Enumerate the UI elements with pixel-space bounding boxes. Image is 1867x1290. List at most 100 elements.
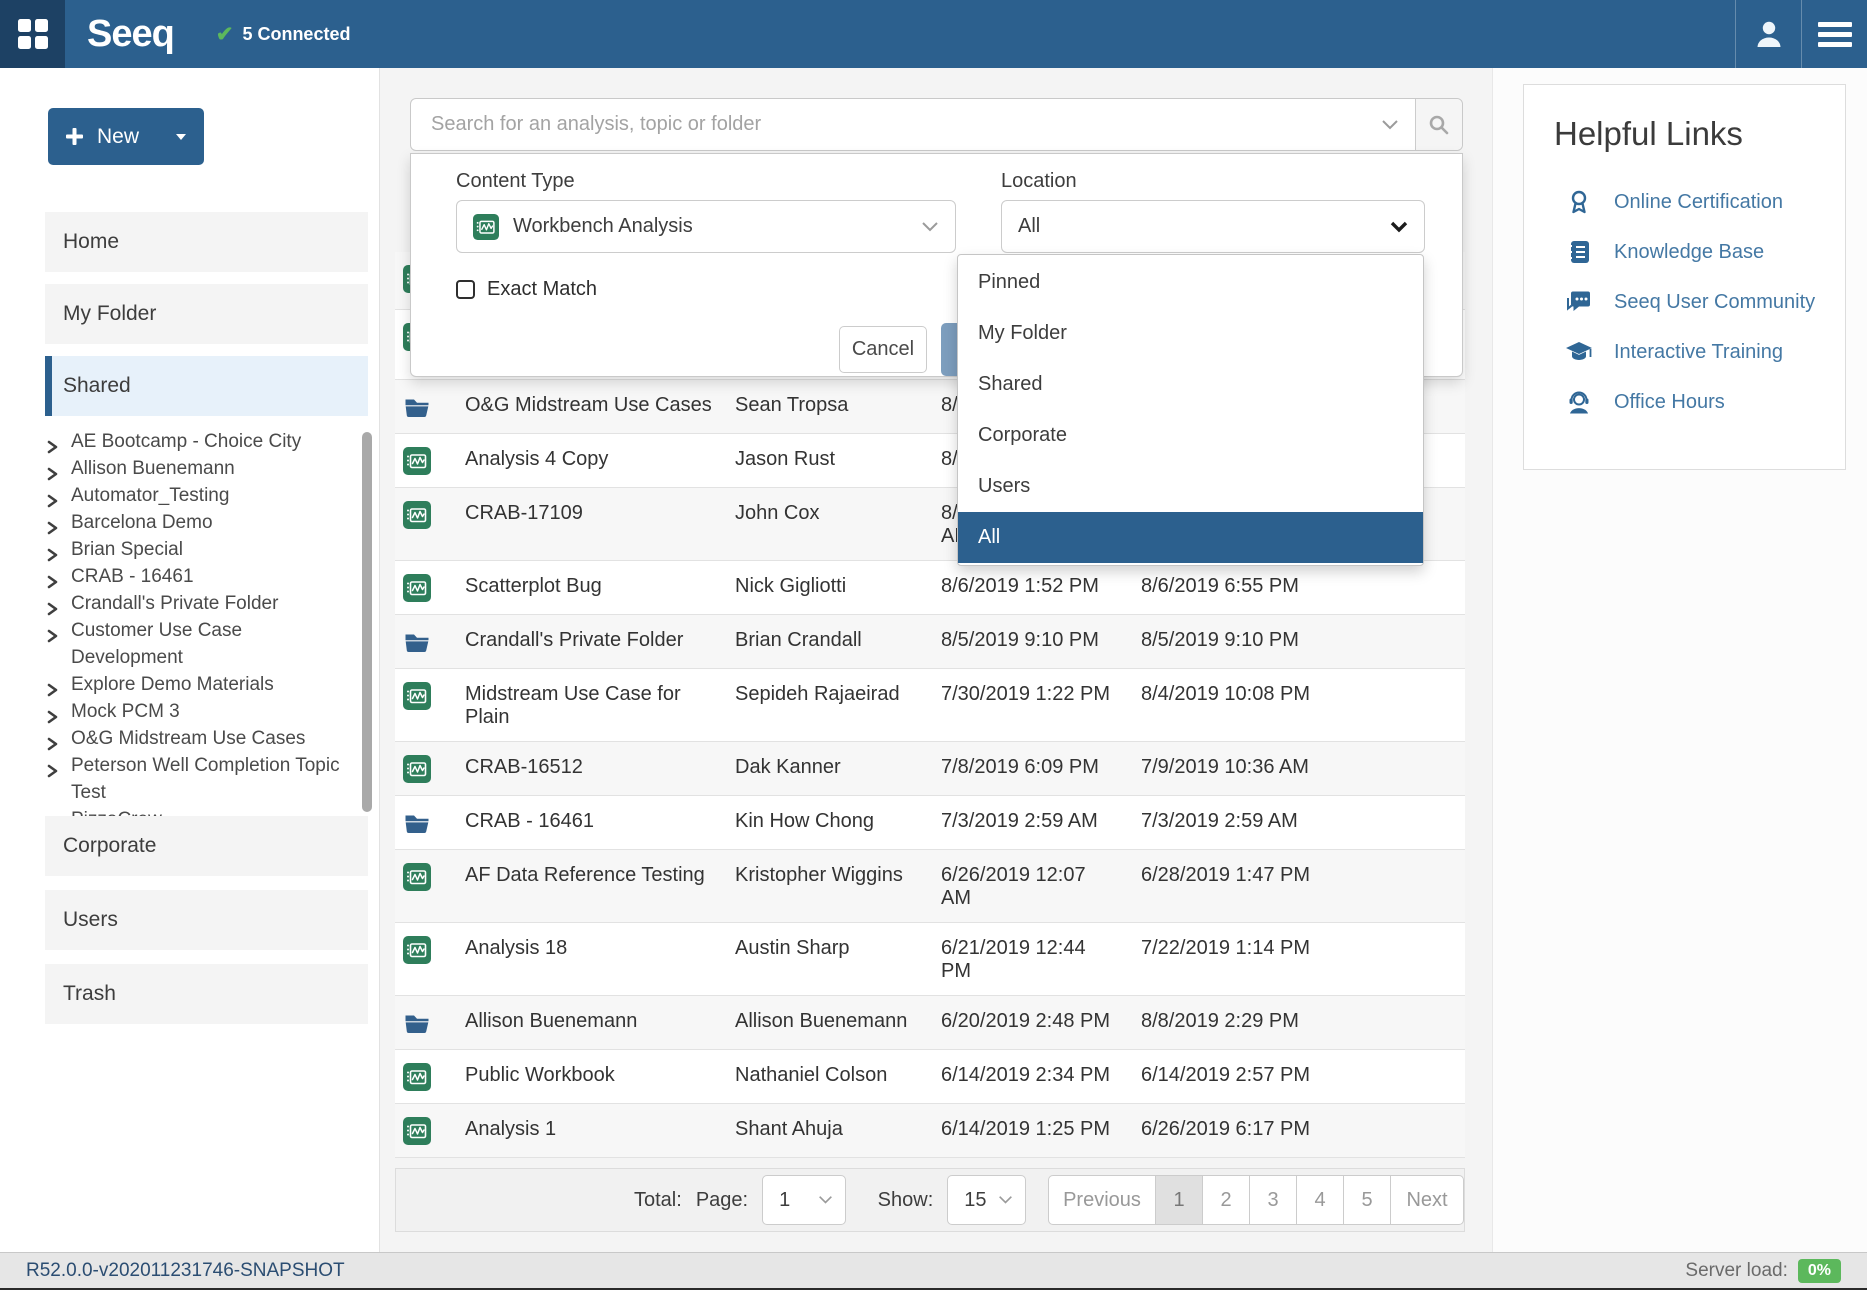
- tree-item-label: O&G Midstream Use Cases: [71, 728, 305, 749]
- tree-item[interactable]: Crandall's Private Folder: [45, 590, 357, 617]
- row-accessed-date: 8/8/2019 2:29 PM: [1135, 996, 1465, 1049]
- tree-item[interactable]: O&G Midstream Use Cases: [45, 725, 357, 752]
- row-owner: Kin How Chong: [735, 796, 935, 849]
- row-name: CRAB-16512: [465, 742, 735, 795]
- hamburger-menu-button[interactable]: [1801, 0, 1867, 68]
- location-menu-item[interactable]: All: [958, 512, 1423, 563]
- tree-item[interactable]: Explore Demo Materials: [45, 671, 357, 698]
- table-row[interactable]: CRAB-16512Dak Kanner7/8/2019 6:09 PM7/9/…: [395, 742, 1465, 796]
- sidebar-item-my-folder[interactable]: My Folder: [45, 284, 368, 344]
- page-number-button[interactable]: 3: [1249, 1175, 1297, 1225]
- helpful-link-label: Interactive Training: [1614, 341, 1783, 364]
- helpful-link-community[interactable]: Seeq User Community: [1564, 277, 1845, 327]
- sidebar-item-label: Trash: [63, 982, 116, 1006]
- next-page-button[interactable]: Next: [1390, 1175, 1464, 1225]
- tree-item[interactable]: Peterson Well Completion Topic Test: [45, 752, 357, 806]
- location-menu-item[interactable]: Corporate: [958, 410, 1423, 461]
- page-select[interactable]: 1: [762, 1175, 846, 1225]
- tree-item[interactable]: Allison Buenemann: [45, 455, 357, 482]
- page-number-button[interactable]: 4: [1296, 1175, 1344, 1225]
- table-row[interactable]: Allison BuenemannAllison Buenemann6/20/2…: [395, 996, 1465, 1050]
- tree-item[interactable]: Customer Use Case Development: [45, 617, 357, 671]
- row-updated-date: 8/6/2019 1:52 PM: [935, 561, 1135, 614]
- table-row[interactable]: Crandall's Private FolderBrian Crandall8…: [395, 615, 1465, 669]
- sidebar-item-users[interactable]: Users: [45, 890, 368, 950]
- analysis-icon: [403, 1132, 431, 1149]
- row-owner: Jason Rust: [735, 434, 935, 487]
- page-number-button[interactable]: 1: [1155, 1175, 1203, 1225]
- sidebar-item-label: Shared: [63, 374, 131, 398]
- table-row[interactable]: AF Data Reference TestingKristopher Wigg…: [395, 850, 1465, 923]
- page-select-value: 1: [779, 1189, 790, 1212]
- tree-item[interactable]: Mock PCM 3: [45, 698, 357, 725]
- analysis-icon: [403, 1078, 431, 1095]
- helpful-link-label: Office Hours: [1614, 391, 1725, 414]
- page-button-group: Previous12345Next: [1048, 1175, 1464, 1225]
- page-label: Page:: [696, 1189, 748, 1212]
- search-input[interactable]: [411, 113, 1381, 136]
- server-load-label: Server load:: [1685, 1260, 1787, 1282]
- table-row[interactable]: Analysis 18Austin Sharp6/21/2019 12:44 P…: [395, 923, 1465, 996]
- row-accessed-date: 8/4/2019 10:08 PM: [1135, 669, 1465, 741]
- top-bar: Seeq ✔ 5 Connected: [0, 0, 1867, 68]
- page-number-button[interactable]: 2: [1202, 1175, 1250, 1225]
- folder-icon: [403, 824, 431, 841]
- show-label: Show:: [878, 1189, 934, 1212]
- chevron-down-icon: [1390, 221, 1408, 233]
- tree-item[interactable]: AE Bootcamp - Choice City: [45, 428, 357, 455]
- helpful-link-knowledge[interactable]: Knowledge Base: [1564, 227, 1845, 277]
- table-row[interactable]: Scatterplot BugNick Gigliotti8/6/2019 1:…: [395, 561, 1465, 615]
- analysis-icon: [403, 697, 431, 714]
- table-row[interactable]: Analysis 1Shant Ahuja6/14/2019 1:25 PM6/…: [395, 1104, 1465, 1158]
- location-menu-item[interactable]: My Folder: [958, 308, 1423, 359]
- sidebar-item-label: Users: [63, 908, 118, 932]
- table-row[interactable]: Midstream Use Case for PlainSepideh Raja…: [395, 669, 1465, 742]
- caret-down-icon: [175, 133, 187, 141]
- location-menu-item[interactable]: Users: [958, 461, 1423, 512]
- row-updated-date: 7/3/2019 2:59 AM: [935, 796, 1135, 849]
- previous-page-button[interactable]: Previous: [1048, 1175, 1156, 1225]
- table-row[interactable]: CRAB - 16461Kin How Chong7/3/2019 2:59 A…: [395, 796, 1465, 850]
- tree-item-label: PizzaCrew: [71, 809, 162, 816]
- content-type-select[interactable]: Workbench Analysis: [456, 200, 956, 253]
- row-owner: Nathaniel Colson: [735, 1050, 935, 1103]
- new-button[interactable]: New: [48, 108, 204, 165]
- tree-item-label: Brian Special: [71, 539, 183, 560]
- tree-scrollbar[interactable]: [362, 432, 372, 812]
- helpful-link-office[interactable]: Office Hours: [1564, 377, 1845, 427]
- tree-item[interactable]: Barcelona Demo: [45, 509, 357, 536]
- user-profile-button[interactable]: [1735, 0, 1801, 68]
- table-row[interactable]: Public WorkbookNathaniel Colson6/14/2019…: [395, 1050, 1465, 1104]
- location-menu-item[interactable]: Pinned: [958, 257, 1423, 308]
- cancel-button[interactable]: Cancel: [839, 326, 927, 373]
- row-name: Scatterplot Bug: [465, 561, 735, 614]
- connection-status-label: 5 Connected: [242, 24, 350, 45]
- row-icon-cell: [395, 796, 465, 849]
- page-number-button[interactable]: 5: [1343, 1175, 1391, 1225]
- row-accessed-date: 6/26/2019 6:17 PM: [1135, 1104, 1465, 1157]
- helpful-link-training[interactable]: Interactive Training: [1564, 327, 1845, 377]
- tree-item[interactable]: Brian Special: [45, 536, 357, 563]
- search-dropdown-toggle[interactable]: [1381, 119, 1399, 131]
- show-select[interactable]: 15: [947, 1175, 1026, 1225]
- tree-item[interactable]: PizzaCrew: [45, 806, 357, 816]
- exact-match-checkbox[interactable]: Exact Match: [456, 278, 597, 301]
- tree-item[interactable]: CRAB - 16461: [45, 563, 357, 590]
- search-button[interactable]: [1415, 99, 1462, 150]
- sidebar-item-corporate[interactable]: Corporate: [45, 816, 368, 876]
- tree-item-label: Explore Demo Materials: [71, 674, 274, 695]
- helpful-link-certification[interactable]: Online Certification: [1564, 177, 1845, 227]
- sidebar-item-trash[interactable]: Trash: [45, 964, 368, 1024]
- row-owner: Brian Crandall: [735, 615, 935, 668]
- tree-item-label: CRAB - 16461: [71, 566, 194, 587]
- location-menu-item[interactable]: Shared: [958, 359, 1423, 410]
- helpful-link-label: Online Certification: [1614, 191, 1783, 214]
- row-owner: John Cox: [735, 488, 935, 560]
- location-select[interactable]: All: [1001, 200, 1425, 253]
- sidebar-item-shared[interactable]: Shared: [45, 356, 368, 416]
- row-icon-cell: [395, 434, 465, 487]
- tree-item[interactable]: Automator_Testing: [45, 482, 357, 509]
- sidebar-item-home[interactable]: Home: [45, 212, 368, 272]
- search-icon: [1428, 114, 1450, 136]
- app-grid-button[interactable]: [0, 0, 65, 68]
